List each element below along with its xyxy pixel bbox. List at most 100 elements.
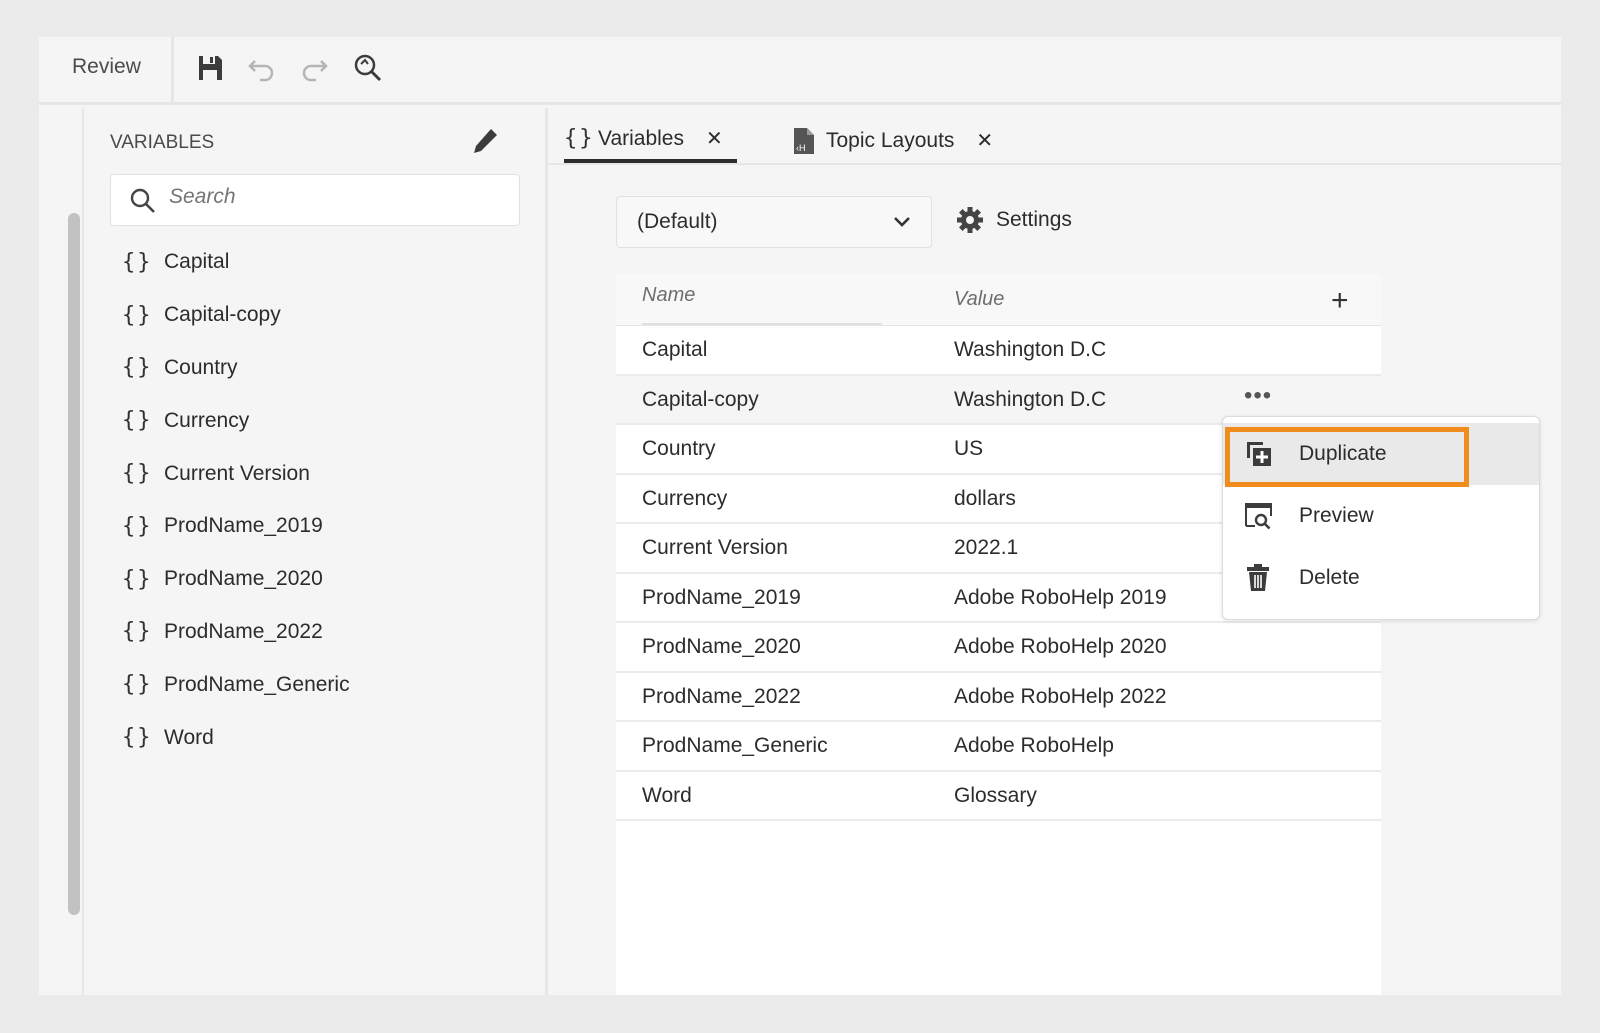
scrollbar[interactable] [68,213,80,915]
search-input[interactable] [169,185,499,209]
highlight-box [1225,427,1469,487]
sidebar-item[interactable]: {} Capital [122,236,350,289]
undo-icon[interactable] [245,51,279,85]
cell-value: US [954,437,984,460]
tab-label: Topic Layouts [826,128,955,152]
menu-label: Delete [1299,566,1360,589]
column-header-value[interactable]: Value [954,288,1004,311]
braces-icon: {} [122,355,153,381]
braces-icon: {} [564,126,595,151]
sidebar-item-label: ProdName_2022 [164,619,323,643]
sidebar-item[interactable]: {} Capital-copy [122,289,350,342]
settings-label: Settings [996,208,1072,231]
cell-name: ProdName_Generic [642,734,828,757]
tab-bar: {} Variables ✕ ‹H Topic Layouts ✕ [548,108,1561,165]
sidebar-item[interactable]: {} Currency [122,394,350,447]
braces-icon: {} [122,566,153,592]
table-row[interactable]: ProdName_Generic Adobe RoboHelp [616,722,1381,772]
toolbar-divider [171,37,174,105]
sidebar-item[interactable]: {} ProdName_2020 [122,553,350,606]
sidebar-item-label: ProdName_2020 [164,567,323,591]
left-rail [39,108,84,995]
find-replace-icon[interactable] [351,51,385,85]
tab-variables[interactable]: {} Variables ✕ [564,118,737,163]
sidebar-item-label: Capital-copy [164,303,281,327]
svg-text:‹H: ‹H [796,143,806,153]
more-options-button[interactable]: ••• [1244,382,1272,410]
cell-value: Washington D.C [954,338,1107,361]
dropdown-value: (Default) [637,210,718,233]
sidebar-item[interactable]: {} ProdName_2019 [122,500,350,553]
cell-value: Adobe RoboHelp 2020 [954,635,1167,658]
tab-topic-layouts[interactable]: ‹H Topic Layouts ✕ [792,118,993,163]
cell-value: Glossary [954,783,1037,807]
braces-icon: {} [122,249,153,275]
cell-value: Washington D.C [954,387,1107,411]
table-row[interactable]: ProdName_2022 Adobe RoboHelp 2022 [616,673,1381,722]
braces-icon: {} [122,302,153,328]
search-icon [130,188,155,213]
sidebar-item-label: ProdName_2019 [164,514,323,538]
menu-label: Preview [1299,504,1374,527]
cell-name: Currency [642,486,728,510]
save-icon[interactable] [193,51,227,85]
table-header: Name Value + [616,274,1381,326]
cell-name: Current Version [642,536,788,559]
settings-button[interactable]: Settings [956,206,1072,234]
file-layout-icon: ‹H [794,127,814,154]
context-menu: Duplicate Preview Delete [1222,416,1540,620]
menu-item-preview[interactable]: Preview [1223,485,1539,547]
sidebar-item-label: ProdName_Generic [164,672,350,696]
edit-icon[interactable] [470,126,500,156]
cell-value: 2022.1 [954,536,1019,559]
sidebar-item[interactable]: {} Word [122,711,350,764]
toolbar: Review [39,37,1561,105]
cell-name: Word [642,783,692,807]
preview-icon [1245,503,1272,530]
close-icon[interactable]: ✕ [706,126,723,151]
braces-icon: {} [122,408,153,434]
braces-icon: {} [122,619,153,645]
variables-table: Name Value + Capital Washington D.C Capita… [616,274,1381,995]
braces-icon: {} [122,725,153,751]
braces-icon: {} [122,513,153,539]
cell-name: Country [642,437,716,460]
tab-label: Variables [598,126,684,150]
redo-icon[interactable] [297,51,331,85]
variable-list: {} Capital {} Capital-copy {} Country {} Curren… [122,236,350,764]
cell-name: ProdName_2020 [642,635,801,658]
sidebar-item-label: Capital [164,250,230,274]
cell-value: Adobe RoboHelp [954,734,1114,757]
cell-name: Capital-copy [642,387,759,411]
cell-name: Capital [642,338,708,361]
variables-sidebar: VARIABLES {} Capital {} Capital-copy {} Count… [84,108,548,995]
trash-icon [1247,564,1269,591]
gear-icon [957,207,983,233]
sidebar-item[interactable]: {} Country [122,342,350,395]
sidebar-title: VARIABLES [110,132,215,153]
sidebar-item[interactable]: {} Current Version [122,447,350,500]
language-dropdown[interactable]: (Default) [616,196,932,248]
cell-value: dollars [954,486,1016,510]
search-field[interactable] [110,174,520,226]
cell-name: ProdName_2019 [642,585,801,609]
review-menu[interactable]: Review [72,55,141,79]
braces-icon: {} [122,672,153,698]
table-row[interactable]: ProdName_2020 Adobe RoboHelp 2020 [616,623,1381,673]
sidebar-item-label: Country [164,355,238,379]
sidebar-item[interactable]: {} ProdName_Generic [122,658,350,711]
menu-item-delete[interactable]: Delete [1223,547,1539,609]
cell-name: ProdName_2022 [642,684,801,708]
sidebar-item[interactable]: {} ProdName_2022 [122,606,350,659]
close-icon[interactable]: ✕ [976,128,993,153]
add-variable-button[interactable]: + [1331,286,1349,316]
cell-value: Adobe RoboHelp 2019 [954,585,1167,609]
braces-icon: {} [122,461,153,487]
sidebar-item-label: Currency [164,408,250,432]
cell-value: Adobe RoboHelp 2022 [954,684,1167,708]
column-header-name[interactable]: Name [642,284,882,325]
sidebar-item-label: Current Version [164,461,310,485]
chevron-down-icon [894,217,910,227]
table-row[interactable]: Capital Washington D.C [616,326,1381,376]
table-row[interactable]: Word Glossary [616,772,1381,821]
